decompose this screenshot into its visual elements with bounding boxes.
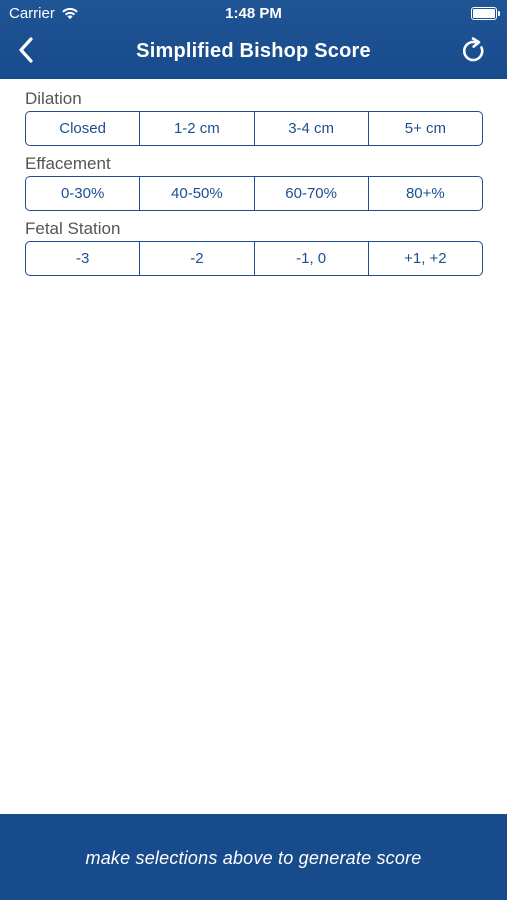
fetal-station-option-minus-2[interactable]: -2	[140, 242, 255, 275]
effacement-option-80-plus[interactable]: 80+%	[369, 177, 482, 210]
dilation-option-1-2-cm[interactable]: 1-2 cm	[140, 112, 255, 145]
score-form: Dilation Closed 1-2 cm 3-4 cm 5+ cm Effa…	[25, 88, 483, 283]
dilation-option-closed[interactable]: Closed	[26, 112, 141, 145]
effacement-option-60-70[interactable]: 60-70%	[255, 177, 369, 210]
effacement-label: Effacement	[25, 154, 111, 173]
dilation-option-3-4-cm[interactable]: 3-4 cm	[255, 112, 369, 145]
fetal-station-option-minus-3[interactable]: -3	[26, 242, 141, 275]
battery-icon	[471, 7, 500, 20]
battery-level	[473, 9, 495, 18]
refresh-icon	[460, 36, 488, 70]
fetal-station-section: Fetal Station -3 -2 -1, 0 +1, +2	[25, 218, 483, 276]
dilation-label: Dilation	[25, 89, 82, 108]
screen: Carrier 1:48 PM Simplified Bishop Score …	[0, 0, 507, 900]
fetal-station-segmented-control: -3 -2 -1, 0 +1, +2	[25, 241, 483, 276]
score-prompt: make selections above to generate score	[85, 847, 422, 868]
header: Carrier 1:48 PM Simplified Bishop Score	[0, 0, 507, 79]
dilation-section: Dilation Closed 1-2 cm 3-4 cm 5+ cm	[25, 88, 483, 146]
fetal-station-label: Fetal Station	[25, 219, 121, 238]
status-bar: Carrier 1:48 PM	[0, 0, 507, 28]
reset-button[interactable]	[457, 36, 491, 70]
nav-bar: Simplified Bishop Score	[0, 28, 507, 79]
status-time: 1:48 PM	[225, 5, 282, 22]
effacement-option-40-50[interactable]: 40-50%	[140, 177, 255, 210]
fetal-station-option-plus-1-plus-2[interactable]: +1, +2	[369, 242, 482, 275]
dilation-segmented-control: Closed 1-2 cm 3-4 cm 5+ cm	[25, 111, 483, 146]
effacement-segmented-control: 0-30% 40-50% 60-70% 80+%	[25, 176, 483, 211]
fetal-station-option-minus-1-0[interactable]: -1, 0	[255, 242, 369, 275]
dilation-option-5-plus-cm[interactable]: 5+ cm	[369, 112, 482, 145]
effacement-section: Effacement 0-30% 40-50% 60-70% 80+%	[25, 153, 483, 211]
score-footer: make selections above to generate score	[0, 814, 507, 900]
page-title: Simplified Bishop Score	[136, 40, 371, 62]
effacement-option-0-30[interactable]: 0-30%	[26, 177, 141, 210]
